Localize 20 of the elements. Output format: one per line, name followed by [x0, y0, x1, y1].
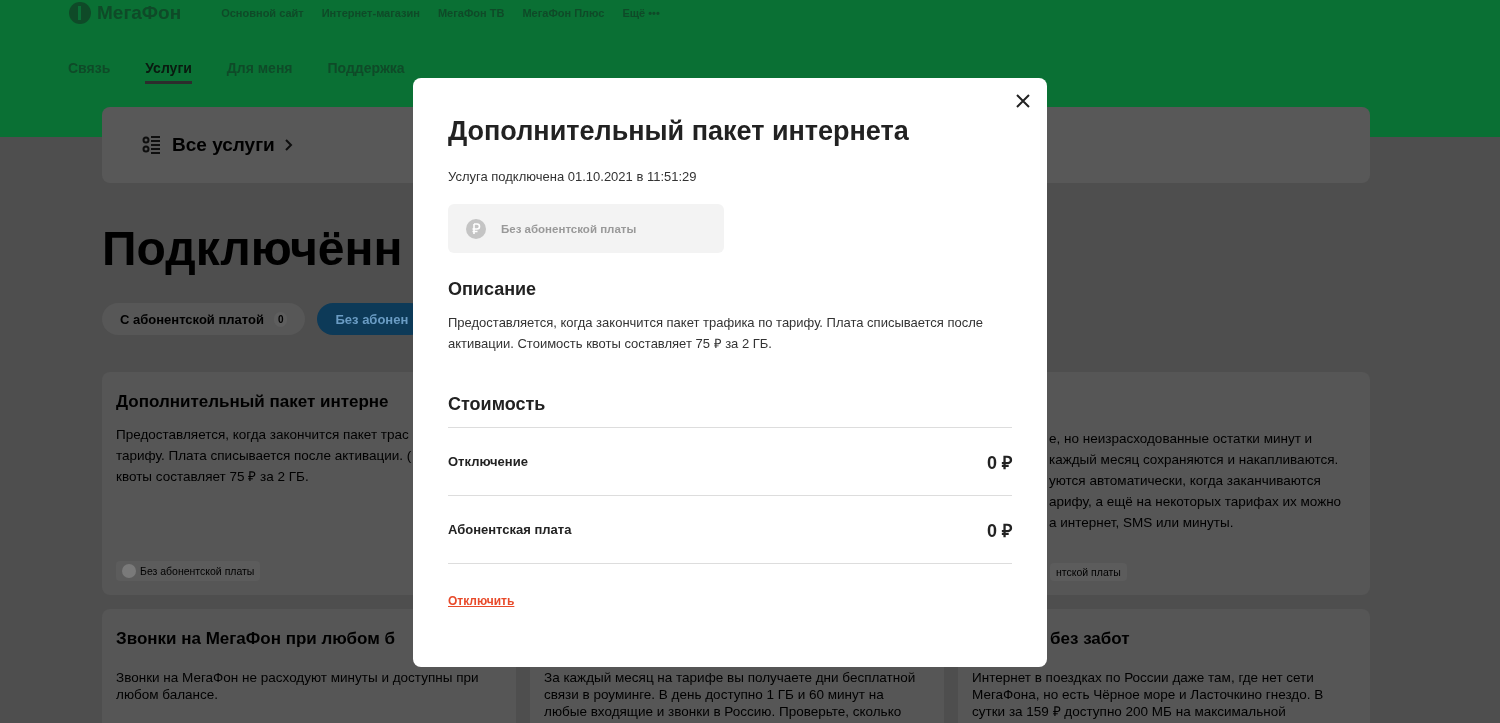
card-description: Предоставляется, когда закончится пакет трас тарифу. Плата списывается после активации. ( квоты составляет 75 ₽ за 2 ГБ.: [116, 426, 412, 486]
tag-label: Без абонентской платы: [140, 565, 255, 577]
card-description: За каждый месяц на тарифе вы получаете дни бесплатной связи в роуминге. В день доступно 1 ГБ и 60 минут на любые входящие и звонки в Россию. Проверьте, сколько: [544, 669, 916, 720]
card-title: Звонки на МегаФон при любом б: [116, 629, 396, 649]
card-description: Интернет в поездках по России даже там, где нет сети МегаФона, но есть Чёрное море и Ласточкино гнездо. В сутки за 159 ₽ доступно 200 МБ на максимальной: [972, 669, 1324, 720]
card-description: Звонки на МегаФон не расходуют минуты и доступны при любом балансе.: [116, 669, 479, 703]
section-heading: Описание: [448, 279, 538, 300]
card-title: Дополнительный пакет интерне: [116, 392, 389, 412]
all-services-label: Все услуги: [172, 134, 275, 156]
fee-label: Без абонентской платы: [501, 222, 637, 235]
cost-value: 0 ₽: [987, 451, 1012, 474]
page-title: Подключённ: [102, 221, 403, 277]
cost-value: 0 ₽: [987, 519, 1012, 542]
description-text: Предоставляется, когда закончится пакет трафика по тарифу. Плата списывается после активации. Стоимость квоты составляет 75 ₽ за 2 ГБ.: [448, 314, 985, 353]
dialog-title: Дополнительный пакет интернета: [448, 116, 910, 147]
card-title: без забот: [1050, 629, 1130, 649]
connection-date: Услуга подключена 01.10.2021 в 11:51:29: [448, 169, 698, 184]
count-badge: 0: [273, 311, 288, 327]
tag-label: нтской платы: [1056, 566, 1121, 578]
card-description: е, но неизрасходованные остатки минут и каждый месяц сохраняются и накапливаются. уются автоматически, когда заканчиваются арифу, а ещё на некоторых тарифах их можно а интернет, SMS или минуты.: [1049, 430, 1342, 532]
